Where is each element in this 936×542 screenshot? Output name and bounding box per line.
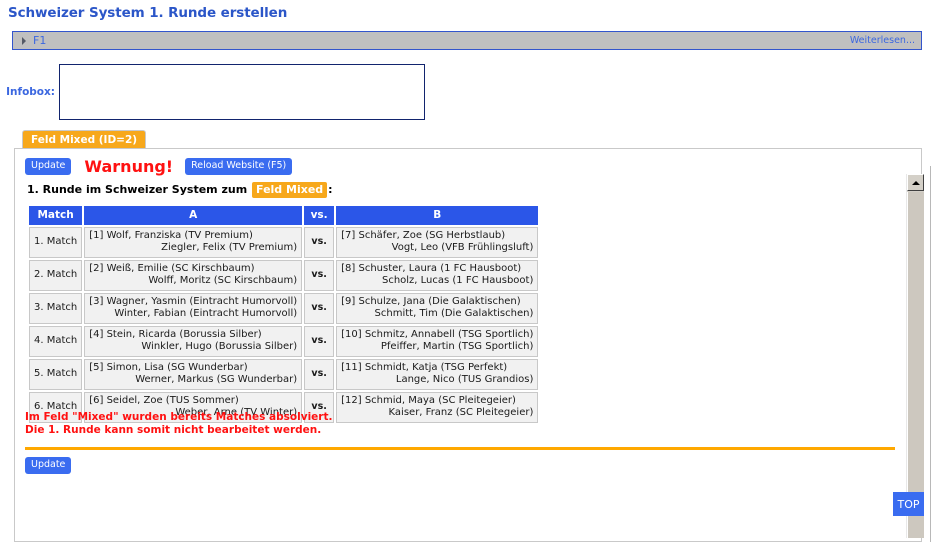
update-button-top[interactable]: Update <box>25 158 72 175</box>
team-a-player2: Ziegler, Felix (TV Premium) <box>161 242 298 253</box>
cell-team-b: [10] Schmitz, Annabell (TSG Sportlich) P… <box>336 326 539 357</box>
team-b-player2: Schmitt, Tim (Die Galaktischen) <box>374 308 534 319</box>
scrollbar-track[interactable] <box>907 192 924 538</box>
header-vs: vs. <box>304 206 335 225</box>
cell-team-a: [1] Wolf, Franziska (TV Premium) Ziegler… <box>84 227 303 258</box>
team-b-player1: [7] Schäfer, Zoe (SG Herbstlaub) <box>341 230 506 241</box>
team-a-player2: Winter, Fabian (Eintracht Humorvoll) <box>114 308 298 319</box>
round-caption: 1. Runde im Schweizer System zum Feld Mi… <box>27 182 333 198</box>
infobox-label: Infobox: <box>6 86 55 98</box>
cell-team-b: [7] Schäfer, Zoe (SG Herbstlaub) Vogt, L… <box>336 227 539 258</box>
team-a-player1: [5] Simon, Lisa (SG Wunderbar) <box>89 362 248 373</box>
infobox-input[interactable] <box>59 64 425 120</box>
team-a-player1: [1] Wolf, Franziska (TV Premium) <box>89 230 253 241</box>
team-b-player1: [8] Schuster, Laura (1 FC Hausboot) <box>341 263 522 274</box>
round-caption-prefix: 1. Runde im Schweizer System zum <box>27 183 248 196</box>
tab-panel: Update Warnung! Reload Website (F5) 1. R… <box>14 148 922 542</box>
f1-collapsible-bar[interactable]: F1 Weiterlesen... <box>12 31 922 50</box>
weiterlesen-link[interactable]: Weiterlesen... <box>850 35 915 46</box>
cell-match-number: 3. Match <box>29 293 83 324</box>
team-b-player1: [12] Schmid, Maya (SC Pleitegeier) <box>341 395 516 406</box>
f1-label: F1 <box>33 34 47 47</box>
cell-team-b: [11] Schmidt, Katja (TSG Perfekt) Lange,… <box>336 359 539 390</box>
table-row: 5. Match [5] Simon, Lisa (SG Wunderbar) … <box>29 359 539 390</box>
triangle-up-icon[interactable] <box>907 174 924 191</box>
team-b-player1: [11] Schmidt, Katja (TSG Perfekt) <box>341 362 508 373</box>
tab-strip: Feld Mixed (ID=2) <box>22 130 147 149</box>
matches-table-body: 1. Match [1] Wolf, Franziska (TV Premium… <box>29 227 539 423</box>
orange-divider <box>25 447 895 450</box>
team-a-player1: [2] Weiß, Emilie (SC Kirschbaum) <box>89 263 255 274</box>
team-a-player1: [4] Stein, Ricarda (Borussia Silber) <box>89 329 262 340</box>
cell-vs: vs. <box>304 227 335 258</box>
panel-toolbar: Update Warnung! Reload Website (F5) <box>25 156 293 176</box>
cell-vs: vs. <box>304 326 335 357</box>
bottom-warning-line2: Die 1. Runde kann somit nicht bearbeitet… <box>25 424 322 436</box>
update-button-bottom[interactable]: Update <box>25 457 72 474</box>
tab-feld-mixed[interactable]: Feld Mixed (ID=2) <box>22 130 147 149</box>
team-b-player2: Pfeiffer, Martin (TSG Sportlich) <box>380 341 534 352</box>
team-b-player2: Scholz, Lucas (1 FC Hausboot) <box>381 275 534 286</box>
cell-match-number: 4. Match <box>29 326 83 357</box>
header-team-b: B <box>336 206 539 225</box>
team-a-player2: Wolff, Moritz (SC Kirschbaum) <box>148 275 298 286</box>
team-a-player1: [3] Wagner, Yasmin (Eintracht Humorvoll) <box>89 296 298 307</box>
team-a-player1: [6] Seidel, Zoe (TUS Sommer) <box>89 395 239 406</box>
cell-vs: vs. <box>304 359 335 390</box>
bottom-warning-line1: Im Feld "Mixed" wurden bereits Matches a… <box>25 411 333 423</box>
team-b-player2: Kaiser, Franz (SC Pleitegeier) <box>388 407 534 418</box>
vertical-scrollbar[interactable] <box>906 174 924 538</box>
triangle-right-icon <box>20 36 30 46</box>
cell-match-number: 1. Match <box>29 227 83 258</box>
reload-website-button[interactable]: Reload Website (F5) <box>185 158 293 175</box>
infobox-row: Infobox: <box>0 63 440 121</box>
cell-team-b: [8] Schuster, Laura (1 FC Hausboot) Scho… <box>336 260 539 291</box>
cell-team-b: [12] Schmid, Maya (SC Pleitegeier) Kaise… <box>336 392 539 423</box>
cell-team-a: [3] Wagner, Yasmin (Eintracht Humorvoll)… <box>84 293 303 324</box>
table-row: 3. Match [3] Wagner, Yasmin (Eintracht H… <box>29 293 539 324</box>
team-a-player2: Werner, Markus (SG Wunderbar) <box>135 374 298 385</box>
field-chip: Feld Mixed <box>252 182 328 198</box>
team-b-player1: [9] Schulze, Jana (Die Galaktischen) <box>341 296 521 307</box>
cell-match-number: 5. Match <box>29 359 83 390</box>
team-a-player2: Winkler, Hugo (Borussia Silber) <box>141 341 298 352</box>
warning-heading: Warnung! <box>84 156 174 176</box>
cell-team-a: [5] Simon, Lisa (SG Wunderbar) Werner, M… <box>84 359 303 390</box>
team-b-player2: Lange, Nico (TUS Grandios) <box>395 374 534 385</box>
header-team-a: A <box>84 206 303 225</box>
table-row: 2. Match [2] Weiß, Emilie (SC Kirschbaum… <box>29 260 539 291</box>
table-row: 4. Match [4] Stein, Ricarda (Borussia Si… <box>29 326 539 357</box>
cell-team-a: [2] Weiß, Emilie (SC Kirschbaum) Wolff, … <box>84 260 303 291</box>
matches-table: Match A vs. B 1. Match [1] Wolf, Franzis… <box>27 204 540 425</box>
cell-match-number: 2. Match <box>29 260 83 291</box>
cell-team-a: [4] Stein, Ricarda (Borussia Silber) Win… <box>84 326 303 357</box>
cell-team-b: [9] Schulze, Jana (Die Galaktischen) Sch… <box>336 293 539 324</box>
team-b-player1: [10] Schmitz, Annabell (TSG Sportlich) <box>341 329 534 340</box>
cell-vs: vs. <box>304 260 335 291</box>
header-match: Match <box>29 206 83 225</box>
bottom-warning-message: Im Feld "Mixed" wurden bereits Matches a… <box>25 411 332 437</box>
round-caption-suffix: : <box>328 183 333 196</box>
page-title: Schweizer System 1. Runde erstellen <box>8 5 288 21</box>
scroll-to-top-button[interactable]: TOP <box>893 492 924 516</box>
cell-vs: vs. <box>304 293 335 324</box>
table-header-row: Match A vs. B <box>29 206 539 225</box>
page-right-edge <box>930 166 931 542</box>
team-b-player2: Vogt, Leo (VFB Frühlingsluft) <box>391 242 534 253</box>
table-row: 1. Match [1] Wolf, Franziska (TV Premium… <box>29 227 539 258</box>
